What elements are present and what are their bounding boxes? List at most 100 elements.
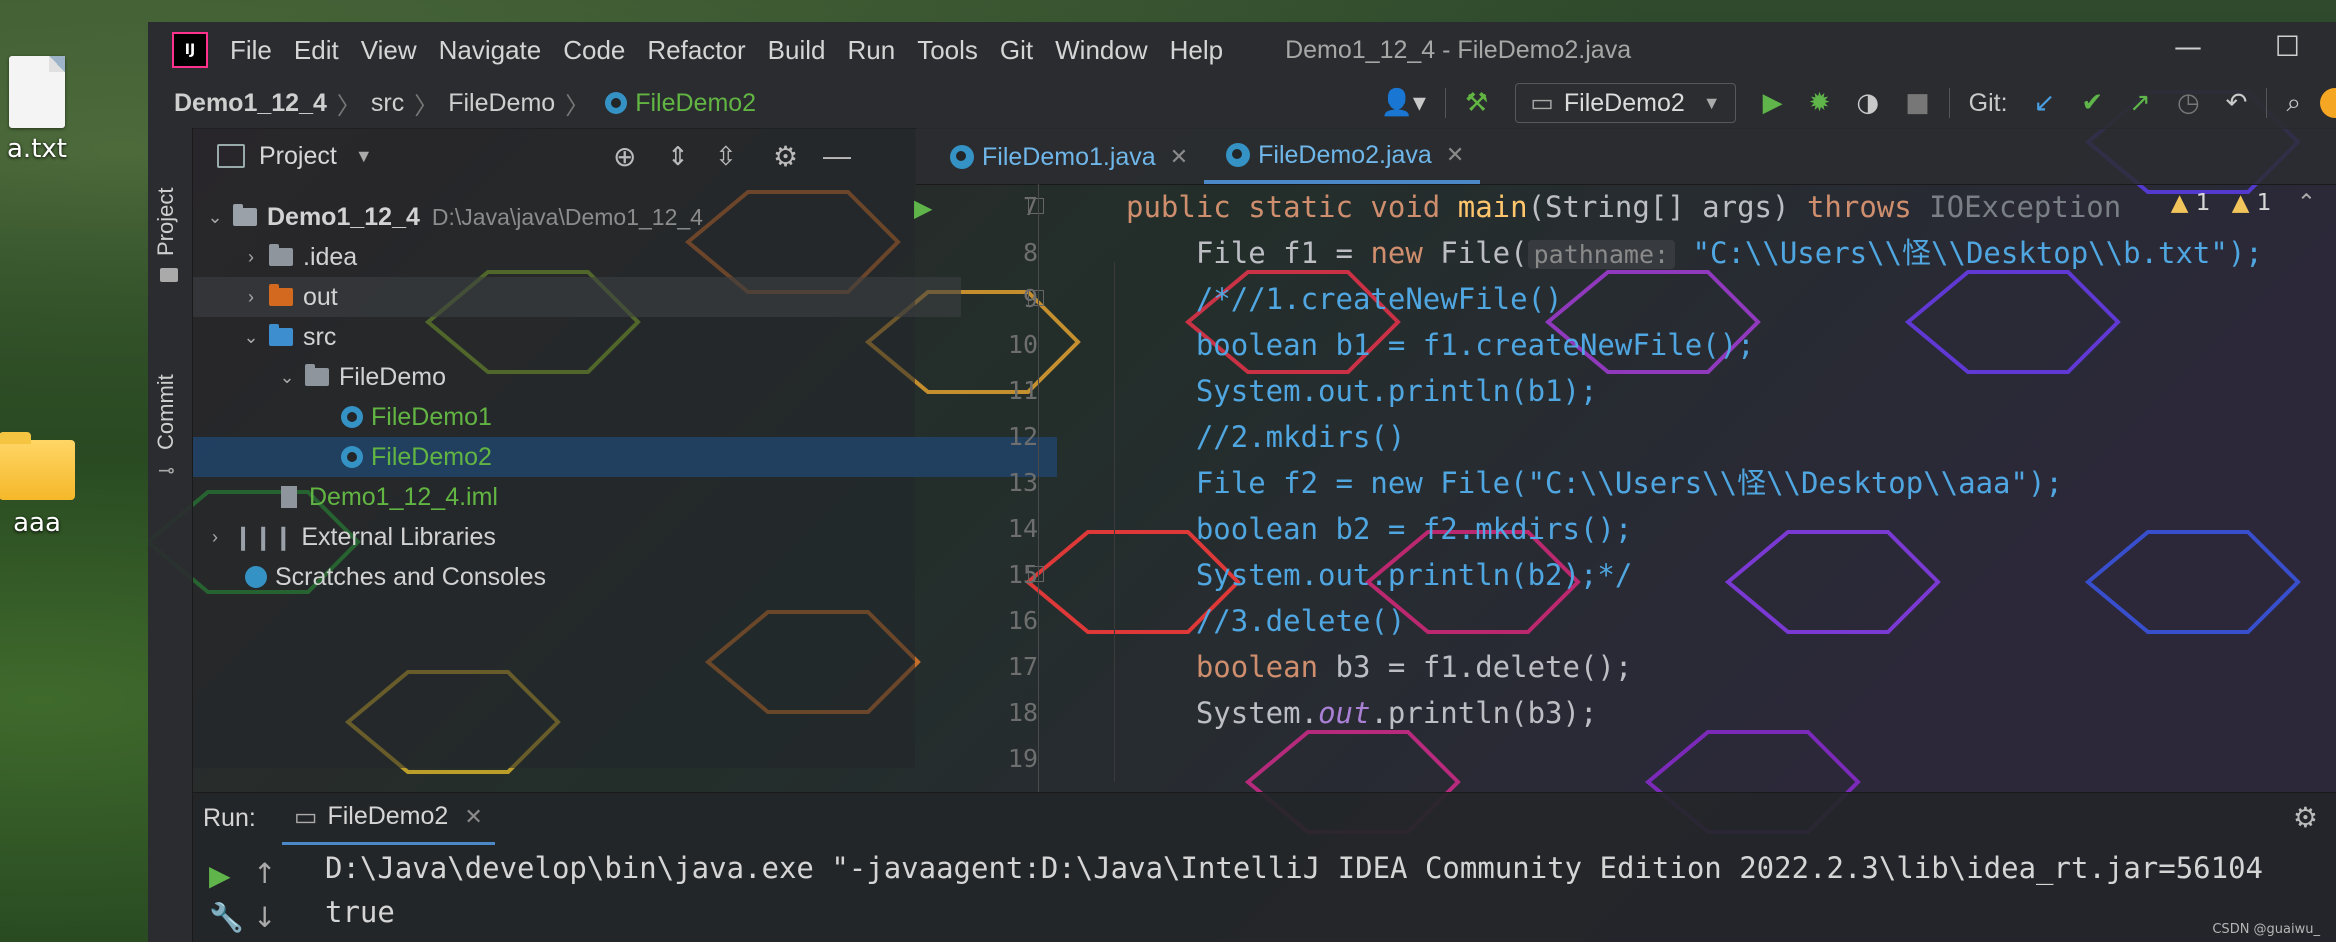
menu-refactor[interactable]: Refactor xyxy=(647,35,745,66)
tree-item-label: External Libraries xyxy=(301,522,496,551)
menu-file[interactable]: File xyxy=(230,35,272,66)
collapse-all-icon[interactable]: ⇳ xyxy=(715,141,737,172)
line-number: 11 xyxy=(1007,376,1038,405)
menu-help[interactable]: Help xyxy=(1170,35,1223,66)
inspection-widget[interactable]: ▲ 1 ▲ 1 ⌃ xyxy=(2171,190,2316,216)
tree-item-project-root[interactable]: ⌄ Demo1_12_4 D:\Java\java\Demo1_12_4 xyxy=(193,197,925,237)
tab-filedemo2[interactable]: FileDemo2.java ✕ xyxy=(1204,130,1481,184)
menu-code[interactable]: Code xyxy=(563,35,625,66)
code-line: boolean b1 = f1.createNewFile(); xyxy=(1126,328,1755,362)
run-configuration-select[interactable]: ▭ FileDemo2 ▼ xyxy=(1515,83,1736,123)
tree-item-label: Demo1_12_4.iml xyxy=(309,482,498,511)
desktop-folder-icon[interactable]: aaa xyxy=(0,432,92,538)
code-token: boolean xyxy=(1126,650,1319,684)
java-class-icon xyxy=(950,145,974,169)
toolbar-divider xyxy=(2266,88,2268,118)
chevron-down-icon[interactable]: ⌄ xyxy=(239,327,263,348)
chevron-down-icon[interactable]: ⌄ xyxy=(275,367,299,388)
desktop-file-icon[interactable]: a.txt xyxy=(0,56,92,164)
tree-item-iml[interactable]: Demo1_12_4.iml xyxy=(193,477,997,517)
menu-view[interactable]: View xyxy=(361,35,417,66)
gear-icon[interactable]: ⚙ xyxy=(773,140,798,173)
breadcrumb-src[interactable]: src xyxy=(371,89,404,118)
code-token: public static void xyxy=(1126,190,1458,224)
fold-marker-icon[interactable] xyxy=(1028,566,1044,582)
project-tool-button[interactable]: Project xyxy=(148,138,192,288)
project-panel-title[interactable]: Project xyxy=(259,142,337,171)
wrench-icon[interactable]: 🔧 xyxy=(209,901,244,934)
code-token: out xyxy=(1318,696,1371,730)
commit-tool-button[interactable]: Commit ⊸ xyxy=(148,318,192,482)
close-icon[interactable]: ✕ xyxy=(464,804,482,830)
minimize-icon[interactable]: — xyxy=(2174,30,2202,63)
chevron-right-icon[interactable]: › xyxy=(239,247,263,268)
user-profile-icon[interactable]: 👤▾ xyxy=(1381,88,1426,118)
close-icon[interactable]: ✕ xyxy=(1170,144,1188,170)
tree-item-label: FileDemo1 xyxy=(371,402,492,431)
tree-item-external-libraries[interactable]: › ❙❙❙ External Libraries xyxy=(193,517,925,557)
fold-marker-icon[interactable] xyxy=(1028,198,1044,214)
left-tool-strip: Project Commit ⊸ xyxy=(148,128,193,942)
breadcrumb-class[interactable]: FileDemo2 xyxy=(635,89,756,118)
code-line: //2.mkdirs() xyxy=(1126,420,1406,454)
code-line: public static void main(String[] args) t… xyxy=(1126,184,2121,230)
rerun-icon[interactable]: ▶ xyxy=(209,859,231,892)
scroll-up-arrow-icon[interactable]: ↑ xyxy=(253,857,276,890)
hide-panel-icon[interactable]: — xyxy=(823,140,851,172)
tree-item-out[interactable]: › out xyxy=(193,277,961,317)
code-token: throws xyxy=(1806,190,1912,224)
git-history-clock-icon[interactable]: ◷ xyxy=(2177,88,2200,118)
tree-item-path: D:\Java\java\Demo1_12_4 xyxy=(431,203,703,230)
expand-all-icon[interactable]: ⇕ xyxy=(667,141,689,172)
menu-edit[interactable]: Edit xyxy=(294,35,339,66)
chevron-down-icon[interactable]: ⌄ xyxy=(203,207,227,228)
build-hammer-icon[interactable]: ⚒ xyxy=(1465,88,1488,118)
run-tab-filedemo2[interactable]: ▭ FileDemo2 ✕ xyxy=(281,792,495,845)
code-editor[interactable]: public static void main(String[] args) t… xyxy=(1126,184,2336,792)
menu-navigate[interactable]: Navigate xyxy=(439,35,542,66)
chevron-right-icon: 〉 xyxy=(414,91,439,120)
locate-target-icon[interactable]: ⊕ xyxy=(613,140,636,173)
run-gutter-icon[interactable]: ▶ xyxy=(914,194,932,222)
scroll-down-arrow-icon[interactable]: ↓ xyxy=(253,901,276,934)
chevron-down-icon[interactable]: ▼ xyxy=(355,146,373,167)
tab-label: FileDemo2.java xyxy=(1258,140,1432,169)
update-badge-icon[interactable] xyxy=(2320,88,2336,118)
menu-build[interactable]: Build xyxy=(768,35,826,66)
debug-bug-icon[interactable]: ✹ xyxy=(1809,88,1831,118)
git-update-arrow-icon[interactable]: ↙ xyxy=(2034,88,2056,118)
search-icon[interactable]: ⌕ xyxy=(2286,88,2301,119)
maximize-icon[interactable]: ☐ xyxy=(2275,30,2300,63)
menu-run[interactable]: Run xyxy=(847,35,895,66)
error-triangle-icon: ▲ xyxy=(2170,190,2189,216)
tab-filedemo1[interactable]: FileDemo1.java ✕ xyxy=(928,130,1204,184)
chevron-right-icon[interactable]: › xyxy=(203,527,227,548)
rollback-icon[interactable]: ↶ xyxy=(2226,88,2248,118)
breadcrumb-project[interactable]: Demo1_12_4 xyxy=(174,89,327,118)
code-token: File( xyxy=(1422,236,1528,270)
breadcrumb-package[interactable]: FileDemo xyxy=(448,89,555,118)
chevron-up-icon[interactable]: ⌃ xyxy=(2297,190,2316,216)
java-class-icon xyxy=(1226,143,1251,167)
tree-item-src[interactable]: ⌄ src xyxy=(193,317,961,357)
coverage-icon[interactable]: ◑ xyxy=(1856,88,1879,118)
fold-marker-icon[interactable] xyxy=(1028,290,1044,306)
chevron-right-icon[interactable]: › xyxy=(239,287,263,308)
tree-item-idea[interactable]: › .idea xyxy=(193,237,961,277)
tree-item-package[interactable]: ⌄ FileDemo xyxy=(193,357,997,397)
menu-git[interactable]: Git xyxy=(1000,35,1033,66)
run-icon[interactable]: ▶ xyxy=(1763,88,1783,118)
commit-tool-label: Commit xyxy=(153,374,178,450)
toolbar-divider xyxy=(1948,88,1950,118)
stop-icon[interactable]: ■ xyxy=(1905,88,1930,118)
menu-window[interactable]: Window xyxy=(1055,35,1147,66)
folder-icon xyxy=(160,268,178,282)
close-icon[interactable]: ✕ xyxy=(1446,142,1464,168)
window-title: Demo1_12_4 - FileDemo2.java xyxy=(1285,35,1632,64)
git-push-arrow-icon[interactable]: ↗ xyxy=(2129,88,2151,118)
tree-item-scratches[interactable]: Scratches and Consoles xyxy=(193,557,961,597)
console-output-line: true xyxy=(325,895,395,929)
menu-tools[interactable]: Tools xyxy=(917,35,978,66)
git-commit-check-icon[interactable]: ✔ xyxy=(2081,88,2103,118)
gear-icon[interactable]: ⚙ xyxy=(2293,801,2318,834)
